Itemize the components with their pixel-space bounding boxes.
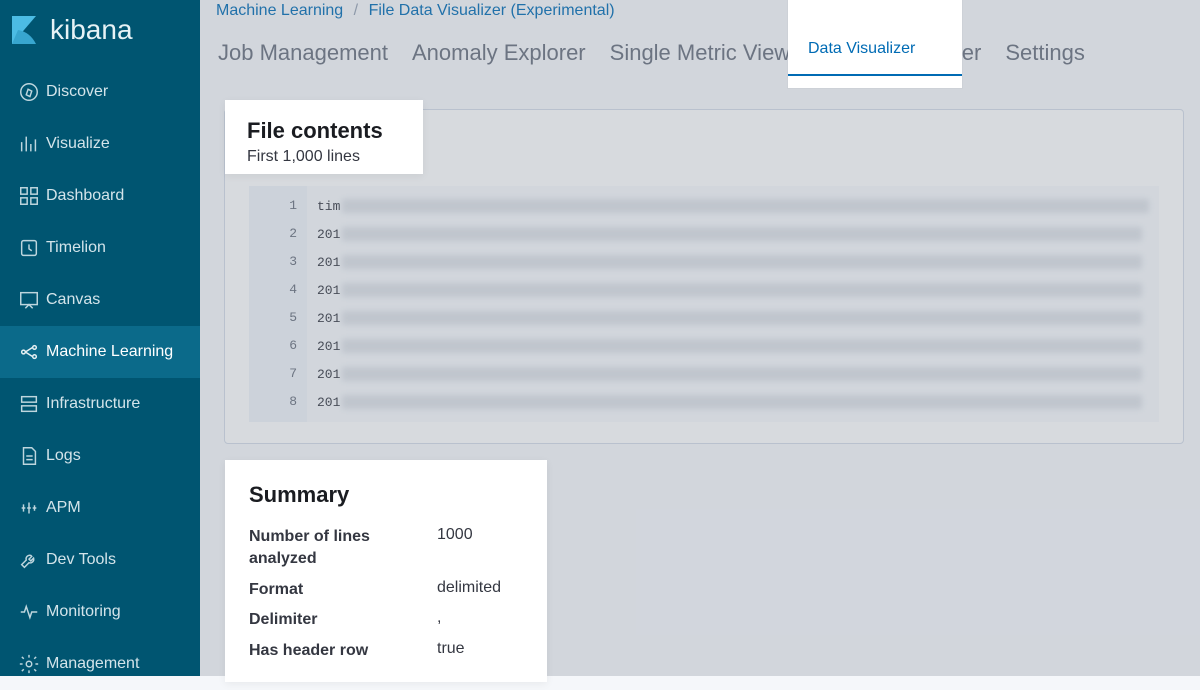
breadcrumb-root[interactable]: Machine Learning [216,2,343,19]
tab-settings[interactable]: Settings [1003,36,1087,84]
line-number: 1 [255,192,297,220]
sidebar-item-discover[interactable]: Discover [0,66,200,118]
sidebar-item-label: Timelion [46,239,188,257]
tab-single-metric-viewer[interactable]: Single Metric Viewer [608,36,812,84]
sidebar-item-label: Management [46,655,188,673]
line-number: 4 [255,276,297,304]
logo[interactable]: kibana [0,0,200,66]
breadcrumb-current[interactable]: File Data Visualizer (Experimental) [369,2,615,19]
summary-value: delimited [437,579,523,601]
summary-key: Format [249,579,437,601]
code-line: 201 [317,360,1149,388]
code-line: 201 [317,332,1149,360]
summary-row: Formatdelimited [249,579,523,601]
management-icon [12,653,46,675]
line-number: 5 [255,304,297,332]
summary-key: Delimiter [249,609,437,631]
sidebar-item-label: Dev Tools [46,551,188,569]
sidebar-item-label: Visualize [46,135,188,153]
sidebar-item-management[interactable]: Management [0,638,200,690]
dev-tools-icon [12,549,46,571]
file-contents-title: File contents [247,118,401,144]
sidebar-item-label: Infrastructure [46,395,188,413]
machine-learning-icon [12,341,46,363]
sidebar-item-label: APM [46,499,188,517]
summary-value: , [437,609,523,631]
file-contents-subtitle: First 1,000 lines [247,148,401,166]
code-line: 201 [317,304,1149,332]
sidebar-item-infrastructure[interactable]: Infrastructure [0,378,200,430]
tab-bar: Job Management Anomaly Explorer Single Met… [200,20,1200,85]
sidebar-item-logs[interactable]: Logs [0,430,200,482]
infrastructure-icon [12,393,46,415]
sidebar-item-canvas[interactable]: Canvas [0,274,200,326]
sidebar-item-label: Discover [46,83,188,101]
file-preview-code: 12345678 tim201201201201201201201 [249,186,1159,422]
line-number: 7 [255,360,297,388]
summary-value: true [437,640,523,662]
code-line: 201 [317,248,1149,276]
summary-value: 1000 [437,526,523,571]
apm-icon [12,497,46,519]
breadcrumb: Machine Learning / File Data Visualizer … [200,0,1200,20]
sidebar-item-label: Machine Learning [46,343,188,361]
canvas-icon [12,289,46,311]
discover-icon [12,81,46,103]
line-number: 2 [255,220,297,248]
summary-panel: Summary Number of lines analyzed1000Form… [225,460,547,682]
summary-row: Has header rowtrue [249,640,523,662]
main-area: Machine Learning / File Data Visualizer … [200,0,1200,676]
line-number: 6 [255,332,297,360]
logs-icon [12,445,46,467]
tab-data-visualizer-highlight[interactable]: Data Visualizer [788,30,962,76]
line-number: 8 [255,388,297,416]
timelion-icon [12,237,46,259]
tab-job-management[interactable]: Job Management [216,36,390,84]
dashboard-icon [12,185,46,207]
summary-row: Number of lines analyzed1000 [249,526,523,571]
summary-key: Number of lines analyzed [249,526,437,571]
sidebar-item-visualize[interactable]: Visualize [0,118,200,170]
code-line: 201 [317,276,1149,304]
line-number: 3 [255,248,297,276]
brand-name: kibana [50,14,133,46]
code-line: tim [317,192,1149,220]
sidebar-item-dev-tools[interactable]: Dev Tools [0,534,200,586]
sidebar-item-dashboard[interactable]: Dashboard [0,170,200,222]
sidebar-item-timelion[interactable]: Timelion [0,222,200,274]
sidebar-item-label: Dashboard [46,187,188,205]
sidebar-item-label: Canvas [46,291,188,309]
summary-key: Has header row [249,640,437,662]
sidebar: kibana Discover Visualize Dashboard Timelio… [0,0,200,676]
sidebar-item-monitoring[interactable]: Monitoring [0,586,200,638]
tab-anomaly-explorer[interactable]: Anomaly Explorer [410,36,588,84]
breadcrumb-sep: / [354,2,358,19]
sidebar-item-machine-learning[interactable]: Machine Learning [0,326,200,378]
sidebar-item-label: Logs [46,447,188,465]
visualize-icon [12,133,46,155]
summary-title: Summary [249,482,523,508]
sidebar-item-apm[interactable]: APM [0,482,200,534]
nav-list: Discover Visualize Dashboard Timelion Canvas… [0,66,200,690]
monitoring-icon [12,601,46,623]
code-line: 201 [317,388,1149,416]
summary-row: Delimiter, [249,609,523,631]
code-line: 201 [317,220,1149,248]
kibana-logo-icon [6,12,42,48]
sidebar-item-label: Monitoring [46,603,188,621]
